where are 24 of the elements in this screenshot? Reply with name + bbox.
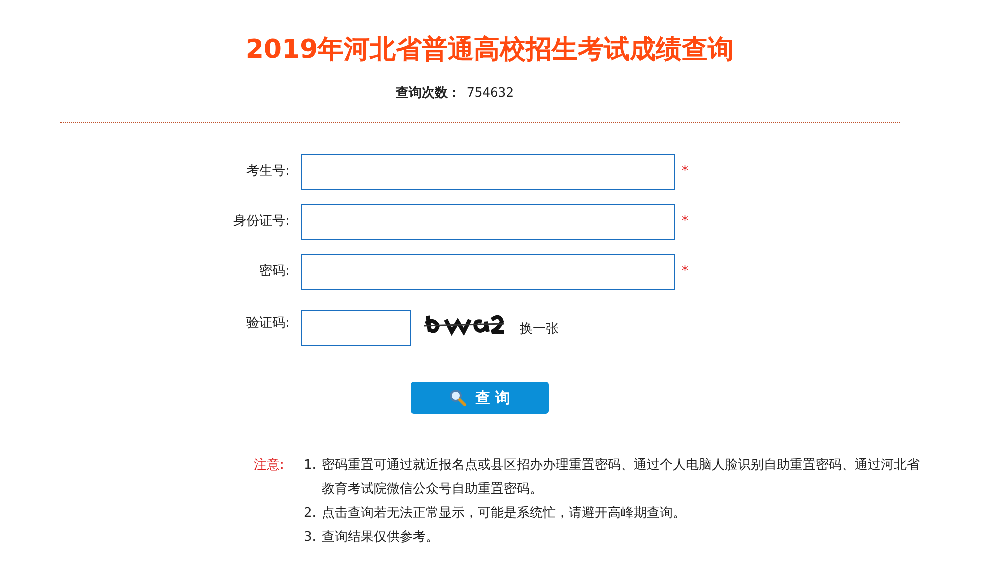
input-field[interactable] (301, 154, 675, 190)
field-label: 验证码: (246, 315, 290, 333)
input-field[interactable] (301, 204, 675, 240)
field-label: 身份证号: (232, 213, 290, 232)
query-button[interactable]: 查 询 (411, 382, 549, 414)
query-count-label: 查询次数： (396, 85, 461, 103)
query-count-value: 754632 (467, 85, 514, 103)
search-icon (449, 389, 468, 407)
input-field[interactable] (301, 254, 675, 290)
note-number: 3. (304, 529, 318, 547)
required-mark: * (682, 263, 688, 282)
note-number: 2. (304, 505, 318, 523)
captcha-field[interactable] (301, 310, 411, 346)
field-label: 考生号: (246, 163, 290, 182)
note-text: 点击查询若无法正常显示，可能是系统忙，请避开高峰期查询。 (322, 505, 686, 523)
refresh-captcha-link[interactable]: 换一张 (520, 320, 559, 340)
note-text: 密码重置可通过就近报名点或县区招办办理重置密码、通过个人电脑人脸识别自助重置密码、通过河北省教育考试院微信公众号自助重置密码。 (322, 457, 921, 499)
note-number: 1. (304, 457, 318, 475)
notes-label: 注意: (254, 457, 286, 475)
field-label: 密码: (258, 263, 290, 282)
note-text: 查询结果仅供参考。 (322, 529, 439, 547)
required-mark: * (682, 163, 688, 182)
page-title: 2019年河北省普通高校招生考试成绩查询 (246, 34, 734, 67)
required-mark: * (682, 213, 688, 232)
